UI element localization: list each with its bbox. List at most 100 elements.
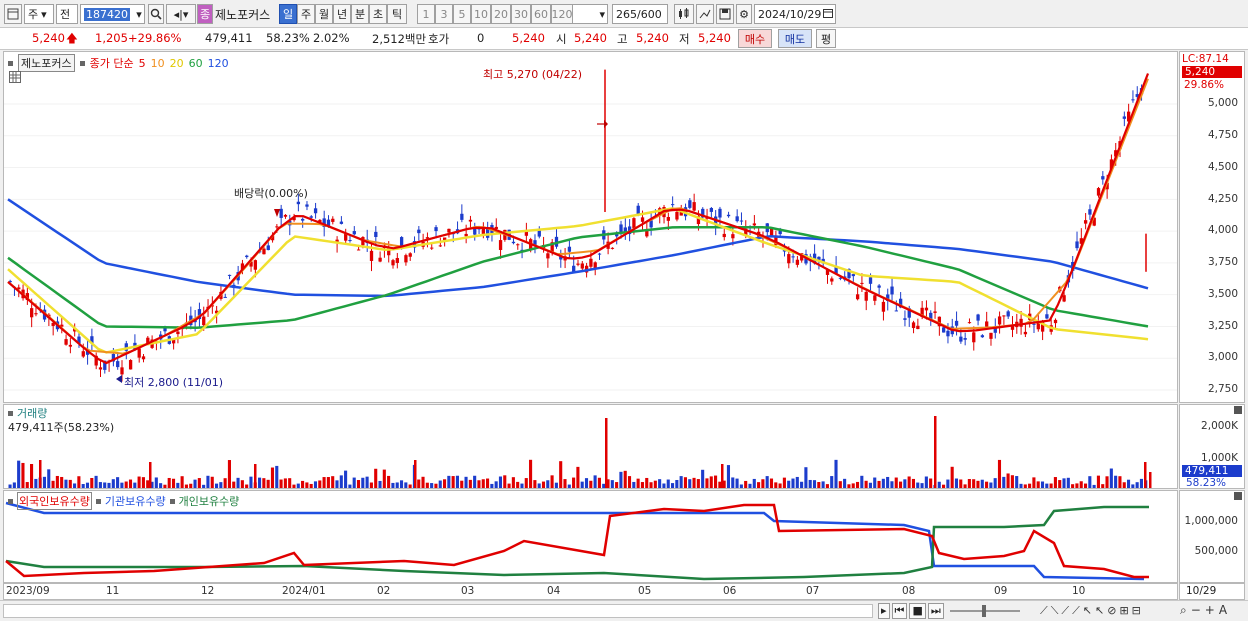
sell-button[interactable]: 매도 [778,29,812,48]
volume-bar [30,463,34,488]
volume-panel[interactable]: 거래량 479,411주(58.23%) [3,404,1178,489]
zoom-out-icon[interactable]: − [1191,603,1205,617]
avg-button[interactable]: 평 [816,29,836,48]
legend-stock-name[interactable]: 제노포커스 [18,54,75,72]
volume-bar [903,479,907,488]
zoom-in-icon[interactable]: + [1205,603,1219,617]
candle-body [64,339,68,345]
tab-tick[interactable]: 틱 [387,4,407,24]
tab-day[interactable]: 일 [279,4,297,24]
volume-last-pct: 58.23% [1186,477,1227,489]
horizontal-scrollbar[interactable] [3,604,873,618]
count-input[interactable]: 265/600 [612,4,668,24]
candle-body [731,234,735,239]
price-chart-panel[interactable]: 제노포커스 종가 단순 5 10 20 60 120 최고 5,270 (04/… [3,51,1178,403]
volume-value: 479,411 [205,31,253,45]
code-dropdown-icon[interactable]: ▾ [132,4,146,24]
gear-icon[interactable]: ⚙ [736,4,752,24]
candle-body [1019,318,1023,327]
volume-bar [989,482,993,488]
interval-select[interactable]: ▾ [572,4,608,24]
save-icon[interactable] [716,4,734,24]
legend-foreign[interactable]: 외국인보유수량 [17,492,92,510]
volume-bar [911,478,915,488]
volume-bar [744,480,748,488]
tab-month[interactable]: 월 [315,4,333,24]
tab-second[interactable]: 초 [369,4,387,24]
prev-next-icon[interactable]: ◂|▾ [166,4,196,24]
layout-icon[interactable] [4,4,22,24]
volume-bar [886,476,890,488]
volume-bar [167,477,171,488]
candle-body [894,310,898,312]
scroll-right-icon[interactable]: ▸ [878,603,890,619]
ytick-4500: 4,500 [1207,161,1238,173]
candle-body [128,360,133,370]
magnifier-icon[interactable]: ⌕ [1180,603,1191,617]
interval-60[interactable]: 60 [531,4,551,24]
search-icon[interactable] [148,4,164,24]
volume-bar [262,478,266,488]
font-size-icon[interactable]: A [1219,603,1231,617]
stop-icon[interactable]: ■ [909,603,926,619]
legend-ma-label: 종가 단순 [89,57,134,70]
candle-body [959,336,963,342]
tab-year[interactable]: 년 [333,4,351,24]
volume-bar [1126,479,1131,488]
volume-bar [214,483,219,488]
candle-body [916,325,920,330]
interval-1[interactable]: 1 [417,4,435,24]
candle-body [68,344,73,347]
volume-bar [111,479,115,488]
volume-bar [498,476,503,488]
volume-chart[interactable] [4,405,1177,488]
volume-bar [283,478,287,488]
volume-spike [254,464,257,488]
volume-bar [34,478,38,488]
candle-body [262,248,266,255]
candle-body [589,258,593,267]
holdings-panel[interactable]: 외국인보유수량 기관보유수량 개인보유수량 [3,490,1178,583]
candle-body [692,202,696,211]
buy-button[interactable]: 매수 [738,29,772,48]
drawing-tools-icon[interactable]: ⟋⟍⟋⟋↖↖⊘⊞⊟ [1040,604,1144,618]
first-icon[interactable]: ⏮ [891,603,908,619]
panel-close-icon[interactable] [1234,406,1242,414]
grid-toggle-icon[interactable] [9,71,21,83]
volume-bar [761,479,765,488]
panel-close-icon[interactable] [1234,492,1242,500]
candle-body [253,260,258,270]
volume-bar [202,484,206,488]
zoom-tools: ⌕−+A [1180,603,1231,618]
volume-bar [154,477,158,488]
interval-30[interactable]: 30 [511,4,531,24]
draw-tool-icon[interactable] [696,4,714,24]
current-date-label: 10/29 [1186,585,1217,597]
last-icon[interactable]: ⏭ [927,603,944,619]
xlabel-09: 09 [994,585,1008,597]
zoom-slider-handle[interactable] [982,605,986,617]
interval-3[interactable]: 3 [435,4,453,24]
candle-type-icon[interactable] [674,4,694,24]
candle-body [1045,314,1049,319]
interval-5[interactable]: 5 [453,4,471,24]
interval-10[interactable]: 10 [471,4,491,24]
up-arrow-icon: 🡅 [66,31,78,45]
xlabel-02: 02 [377,585,391,597]
interval-120[interactable]: 120 [551,4,573,24]
volume-bar [748,483,752,488]
tab-minute[interactable]: 분 [351,4,369,24]
volume-bar [623,470,627,488]
volume-bar [55,475,59,488]
legend-ma120: 120 [207,56,229,70]
interval-20[interactable]: 20 [491,4,511,24]
market-select[interactable]: 주 ▾ [24,4,54,24]
date-input[interactable]: 2024/10/29 [754,4,836,24]
volume-bar [825,484,829,488]
price-chart[interactable] [4,52,1177,402]
candle-body [202,316,206,326]
tab-week[interactable]: 주 [297,4,315,24]
calendar-icon[interactable] [823,8,834,21]
mode-select[interactable]: 전 [56,4,78,24]
volume-bar [735,478,739,488]
